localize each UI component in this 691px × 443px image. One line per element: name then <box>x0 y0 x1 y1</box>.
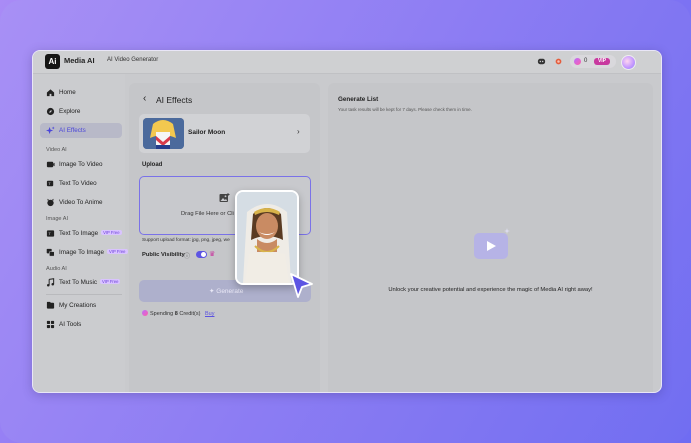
visibility-toggle[interactable] <box>196 251 207 258</box>
top-bar: Ai Media AI AI Video Generator 0 VIP <box>33 51 661 74</box>
uploaded-photo <box>237 192 297 283</box>
sidebar-item-video-to-anime[interactable]: Video To Anime <box>40 195 122 210</box>
credits-pill[interactable]: 0 VIP <box>570 55 616 68</box>
sidebar-item-text-to-image[interactable]: T Text To Image VIP Free <box>40 226 122 241</box>
image-upload-icon <box>219 193 230 206</box>
music-icon <box>46 278 55 287</box>
image-video-icon <box>46 160 55 169</box>
format-hint: Support upload format: jpg, png, jpeg, w… <box>142 238 230 243</box>
vip-badge[interactable]: VIP <box>594 58 610 65</box>
sidebar-item-explore[interactable]: Explore <box>40 104 122 119</box>
home-icon <box>46 88 55 97</box>
creations-icon <box>46 301 55 310</box>
coin-icon <box>142 310 148 316</box>
generate-list-title: Generate List <box>338 96 379 103</box>
effect-thumbnail <box>143 118 184 149</box>
sidebar-item-ai-tools[interactable]: AI Tools <box>40 317 122 332</box>
info-icon[interactable]: ⓘ <box>184 251 190 260</box>
sidebar-item-image-to-image[interactable]: Image To Image VIP Free <box>40 245 128 260</box>
sparkle-icon <box>46 126 55 135</box>
cursor-arrow-icon <box>289 272 315 300</box>
text-video-icon: T <box>46 179 55 188</box>
sidebar: Home Explore AI Effects Video AI Image T <box>33 74 128 392</box>
panel-title: AI Effects <box>156 95 193 105</box>
spending-info: Spending 8 Credit(s) Buy <box>142 310 214 317</box>
vip-free-badge: VIP Free <box>100 279 121 284</box>
generate-label: ✦ Generate <box>209 288 244 295</box>
effect-name: Sailor Moon <box>188 129 226 136</box>
sidebar-item-label: Home <box>59 89 76 96</box>
sidebar-item-label: Video To Anime <box>59 199 103 206</box>
buy-link[interactable]: Buy <box>205 311 214 317</box>
sidebar-item-label: Image To Image VIP Free <box>59 249 128 256</box>
sidebar-item-label: Text To Music VIP Free <box>59 279 121 286</box>
tools-icon <box>46 320 55 329</box>
app-name: Media AI <box>64 56 95 65</box>
sidebar-item-my-creations[interactable]: My Creations <box>40 298 122 313</box>
chevron-right-icon: › <box>297 127 300 136</box>
sidebar-item-label: AI Tools <box>59 321 82 328</box>
anime-icon <box>46 198 55 207</box>
sidebar-item-label: AI Effects <box>59 127 86 134</box>
sidebar-item-image-to-video[interactable]: Image To Video <box>40 157 122 172</box>
back-arrow-icon[interactable]: ‹ <box>143 93 146 104</box>
sidebar-item-text-to-music[interactable]: Text To Music VIP Free <box>40 275 122 290</box>
sidebar-item-ai-effects[interactable]: AI Effects <box>40 123 122 138</box>
upload-label: Upload <box>142 162 163 168</box>
app-logo[interactable]: Ai <box>45 54 60 69</box>
background: Ai Media AI AI Video Generator 0 VIP Hom… <box>0 0 691 443</box>
text-image-icon: T <box>46 229 55 238</box>
coin-icon <box>574 58 581 65</box>
vip-free-badge: VIP Free <box>107 249 128 254</box>
credit-count: 0 <box>584 58 588 64</box>
sidebar-item-home[interactable]: Home <box>40 85 122 100</box>
visibility-label: Public Visibility <box>142 252 185 258</box>
section-audio-ai: Audio AI <box>46 266 67 272</box>
empty-state-text: Unlock your creative potential and exper… <box>388 287 593 293</box>
sidebar-item-label: Text To Video <box>59 180 97 187</box>
sidebar-item-label: Image To Video <box>59 161 103 168</box>
sidebar-item-label: My Creations <box>59 302 97 309</box>
section-video-ai: Video AI <box>46 147 67 153</box>
uploaded-photo-card[interactable] <box>235 190 299 285</box>
discord-icon[interactable] <box>537 57 546 66</box>
record-icon[interactable] <box>554 57 563 66</box>
avatar[interactable] <box>621 55 636 70</box>
compass-icon <box>46 107 55 116</box>
sidebar-item-label: Text To Image VIP Free <box>59 230 122 237</box>
generate-list-subtitle: Your task results will be kept for 7 day… <box>338 107 472 112</box>
page-tab[interactable]: AI Video Generator <box>107 57 158 63</box>
generate-list-pane: Generate List Your task results will be … <box>328 83 653 392</box>
sidebar-item-text-to-video[interactable]: T Text To Video <box>40 176 122 191</box>
crown-icon: ♛ <box>209 251 216 258</box>
sidebar-item-label: Explore <box>59 108 81 115</box>
sidebar-divider <box>46 294 122 295</box>
image-image-icon <box>46 248 55 257</box>
effect-selector[interactable]: Sailor Moon › <box>139 114 310 153</box>
drop-text: Drag File Here or Cli <box>181 211 234 217</box>
vip-free-badge: VIP Free <box>101 230 122 235</box>
section-image-ai: Image AI <box>46 216 69 222</box>
toggle-knob <box>201 252 206 257</box>
empty-video-icon <box>474 228 510 260</box>
app-window: Ai Media AI AI Video Generator 0 VIP Hom… <box>32 50 662 393</box>
